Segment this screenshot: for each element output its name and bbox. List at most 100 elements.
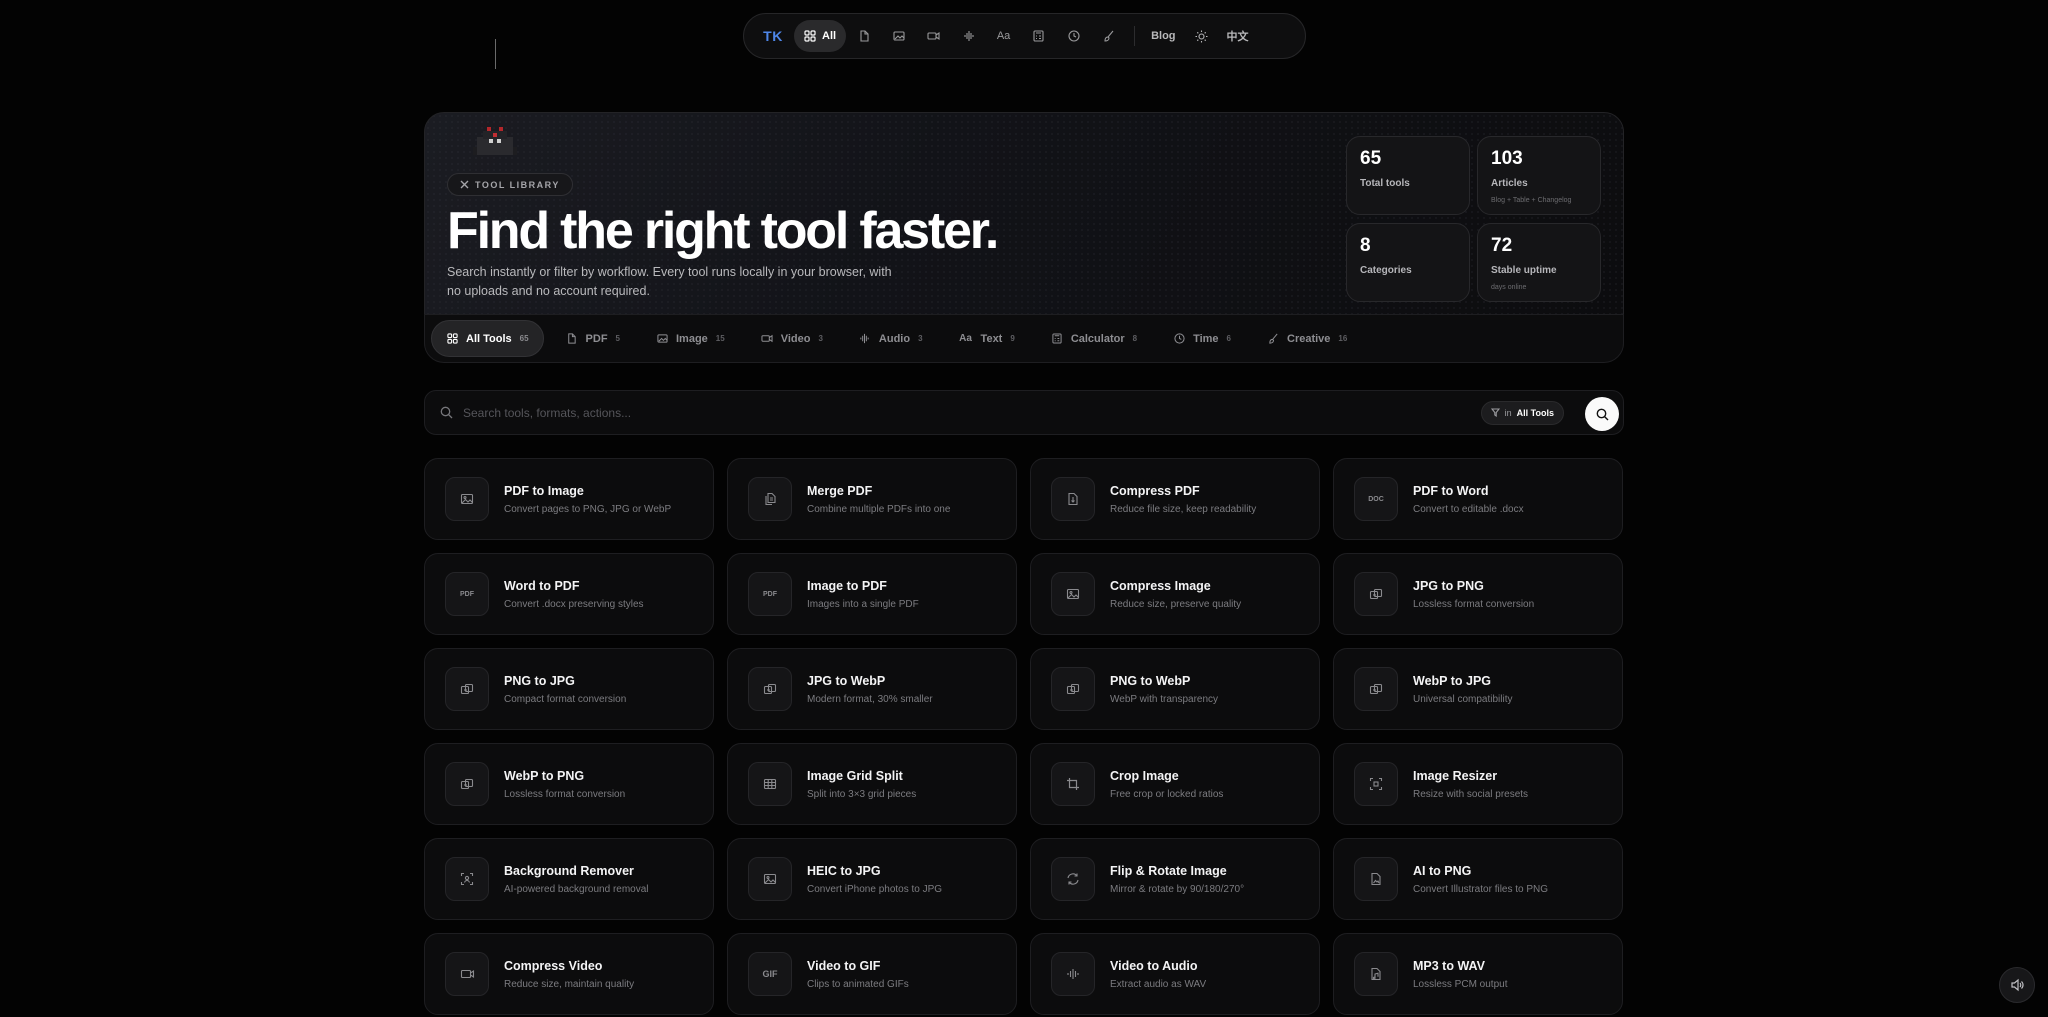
tab-video[interactable]: Video 3	[747, 320, 837, 357]
nav-video-button[interactable]	[916, 20, 951, 52]
stat-total-tools: 65 Total tools	[1346, 136, 1470, 215]
top-nav: TK All Aa Blog 中文	[743, 13, 1306, 59]
stat-label: Total tools	[1360, 178, 1410, 189]
tool-description: Mirror & rotate by 90/180/270°	[1110, 883, 1245, 895]
tool-card-video-to-audio[interactable]: Video to Audio Extract audio as WAV	[1030, 933, 1320, 1015]
stat-label: Categories	[1360, 265, 1412, 276]
tab-audio[interactable]: Audio 3	[845, 320, 937, 357]
tool-description: Extract audio as WAV	[1110, 978, 1207, 990]
tool-card-compress-pdf[interactable]: Compress PDF Reduce file size, keep reada…	[1030, 458, 1320, 540]
nav-blog-link[interactable]: Blog	[1143, 20, 1183, 52]
nav-audio-button[interactable]	[951, 20, 986, 52]
tab-pdf[interactable]: PDF 5	[552, 320, 634, 357]
tool-title: Compress PDF	[1110, 483, 1200, 498]
tool-title: HEIC to JPG	[807, 863, 881, 878]
theme-toggle-button[interactable]	[1184, 20, 1219, 52]
tools-icon	[460, 180, 469, 189]
tool-card-crop-image[interactable]: Crop Image Free crop or locked ratios	[1030, 743, 1320, 825]
nav-image-button[interactable]	[881, 20, 916, 52]
calculator-icon	[1033, 30, 1044, 42]
search-input[interactable]	[463, 405, 1481, 420]
tool-card-png-to-jpg[interactable]: PNG to JPG Compact format conversion	[424, 648, 714, 730]
tool-description: Free crop or locked ratios	[1110, 788, 1224, 800]
tool-card-webp-to-png[interactable]: WebP to PNG Lossless format conversion	[424, 743, 714, 825]
stat-value: 72	[1491, 235, 1513, 256]
tool-card-image-grid-split[interactable]: Image Grid Split Split into 3×3 grid piec…	[727, 743, 1017, 825]
doc-icon: DOC	[1354, 477, 1398, 521]
scope-prefix: in	[1504, 407, 1512, 418]
tool-card-pdf-to-word[interactable]: DOC PDF to Word Convert to editable .docx	[1333, 458, 1623, 540]
tool-card-image-resizer[interactable]: Image Resizer Resize with social presets	[1333, 743, 1623, 825]
tab-text[interactable]: Aa Text 9	[945, 320, 1029, 357]
stat-value: 65	[1360, 148, 1382, 169]
tool-title: Merge PDF	[807, 483, 873, 498]
nav-all-button[interactable]: All	[794, 20, 847, 52]
tool-card-text: Crop Image Free crop or locked ratios	[1110, 769, 1223, 800]
tool-card-text: MP3 to WAV Lossless PCM output	[1413, 959, 1508, 990]
tool-card-text: WebP to PNG Lossless format conversion	[504, 769, 625, 800]
tab-count: 65	[519, 334, 529, 343]
tool-card-text: Compress Video Reduce size, maintain qual…	[504, 959, 634, 990]
tool-card-background-remover[interactable]: Background Remover AI-powered background …	[424, 838, 714, 920]
tool-title: Background Remover	[504, 863, 634, 878]
tool-library-badge: TOOL LIBRARY	[447, 173, 573, 196]
pdf-icon	[858, 30, 870, 42]
language-switch[interactable]: 中文	[1219, 20, 1257, 52]
tool-card-jpg-to-webp[interactable]: JPG to WebP Modern format, 30% smaller	[727, 648, 1017, 730]
tab-calculator[interactable]: Calculator 8	[1037, 320, 1151, 357]
search-button[interactable]	[1585, 397, 1619, 431]
tool-card-ai-to-png[interactable]: AI to PNG Convert Illustrator files to PN…	[1333, 838, 1623, 920]
search-scope-filter[interactable]: in All Tools	[1480, 400, 1564, 425]
merge-icon	[748, 477, 792, 521]
tool-card-heic-to-jpg[interactable]: HEIC to JPG Convert iPhone photos to JPG	[727, 838, 1017, 920]
tool-description: Reduce size, maintain quality	[504, 978, 635, 990]
tool-card-png-to-webp[interactable]: PNG to WebP WebP with transparency	[1030, 648, 1320, 730]
stat-uptime: 72 Stable uptime days online	[1477, 223, 1601, 302]
tool-title: JPG to WebP	[807, 673, 886, 688]
tab-count: 5	[615, 334, 620, 343]
tool-description: Split into 3×3 grid pieces	[807, 788, 917, 800]
tab-time[interactable]: Time 6	[1159, 320, 1245, 357]
tool-card-mp3-to-wav[interactable]: MP3 to WAV Lossless PCM output	[1333, 933, 1623, 1015]
tool-card-compress-video[interactable]: Compress Video Reduce size, maintain qual…	[424, 933, 714, 1015]
tool-card-text: Video to Audio Extract audio as WAV	[1110, 959, 1206, 990]
tool-card-webp-to-jpg[interactable]: WebP to JPG Universal compatibility	[1333, 648, 1623, 730]
nav-calculator-button[interactable]	[1021, 20, 1056, 52]
site-logo[interactable]: TK	[752, 28, 794, 44]
tool-card-merge-pdf[interactable]: Merge PDF Combine multiple PDFs into one	[727, 458, 1017, 540]
filter-icon	[1490, 408, 1500, 417]
tool-card-image-to-pdf[interactable]: PDF Image to PDF Images into a single PDF	[727, 553, 1017, 635]
nav-text-button[interactable]: Aa	[986, 20, 1021, 52]
sound-toggle-button[interactable]	[1999, 967, 2035, 1003]
tool-card-text: Flip & Rotate Image Mirror & rotate by 90…	[1110, 864, 1244, 895]
tool-card-compress-image[interactable]: Compress Image Reduce size, preserve qual…	[1030, 553, 1320, 635]
tool-description: Convert iPhone photos to JPG	[807, 883, 943, 895]
stat-sublabel: Blog + Table + Changelog	[1491, 197, 1572, 204]
tool-card-text: Video to GIF Clips to animated GIFs	[807, 959, 909, 990]
tool-description: Images into a single PDF	[807, 598, 919, 610]
tool-card-video-to-gif[interactable]: GIF Video to GIF Clips to animated GIFs	[727, 933, 1017, 1015]
tool-title: Video to Audio	[1110, 958, 1198, 973]
tool-card-jpg-to-png[interactable]: JPG to PNG Lossless format conversion	[1333, 553, 1623, 635]
tool-card-flip-rotate-image[interactable]: Flip & Rotate Image Mirror & rotate by 90…	[1030, 838, 1320, 920]
gif-icon: GIF	[748, 952, 792, 996]
pdf-icon: PDF	[445, 572, 489, 616]
tab-all-tools[interactable]: All Tools 65	[431, 320, 544, 357]
audio-icon	[859, 333, 871, 345]
tool-title: WebP to JPG	[1413, 673, 1492, 688]
tab-creative[interactable]: Creative 16	[1253, 320, 1361, 357]
tool-description: Compact format conversion	[504, 693, 627, 705]
nav-time-button[interactable]	[1056, 20, 1091, 52]
pdf-icon	[566, 333, 578, 345]
search-icon	[1596, 408, 1609, 421]
tool-description: Resize with social presets	[1413, 788, 1529, 800]
tool-card-word-to-pdf[interactable]: PDF Word to PDF Convert .docx preserving s…	[424, 553, 714, 635]
clock-icon	[1173, 333, 1185, 345]
tab-image[interactable]: Image 15	[642, 320, 739, 357]
nav-creative-button[interactable]	[1091, 20, 1126, 52]
nav-pdf-button[interactable]	[846, 20, 881, 52]
scope-value: All Tools	[1516, 407, 1554, 418]
video-icon	[761, 333, 773, 345]
video-icon	[927, 30, 940, 42]
tool-card-pdf-to-image[interactable]: PDF to Image Convert pages to PNG, JPG or…	[424, 458, 714, 540]
